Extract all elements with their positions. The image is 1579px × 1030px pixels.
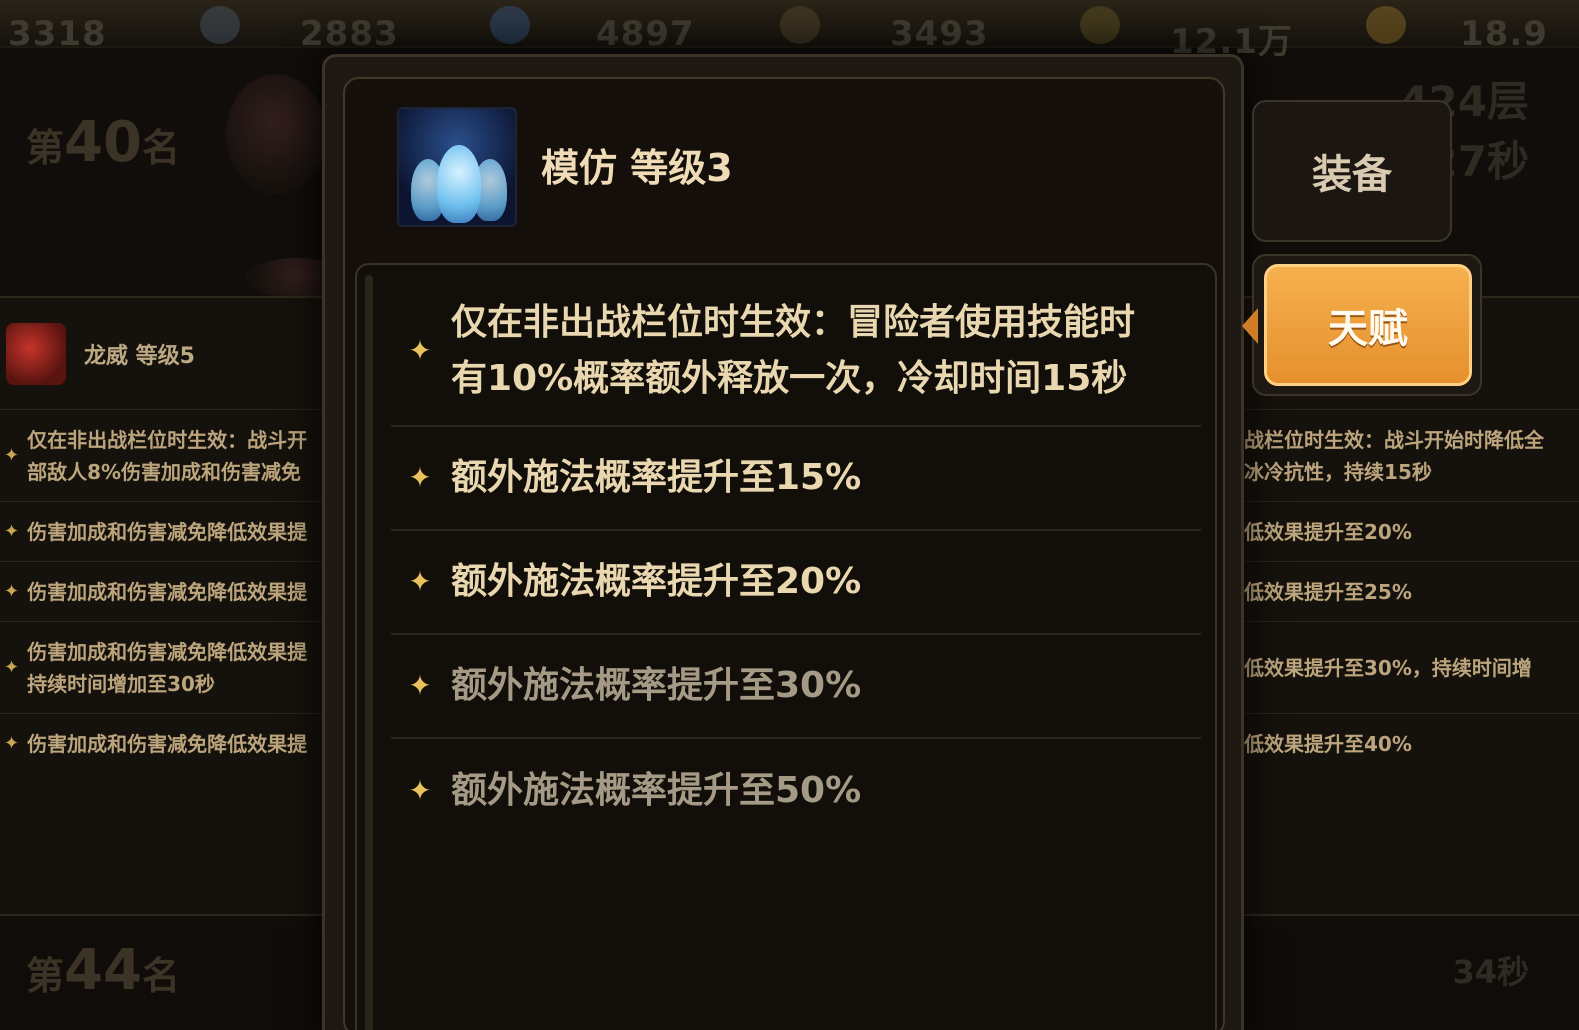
list-item: ✦ 伤害加成和伤害减免降低效果提 持续时间增加至30秒 <box>0 622 340 714</box>
resource-value: 3318 <box>8 14 107 54</box>
star-icon: ✦ <box>408 774 432 807</box>
resource-value: 2883 <box>300 14 399 54</box>
skill-title: 模仿 等级3 <box>541 146 733 190</box>
resource-value: 18.9 <box>1460 14 1548 54</box>
list-item: 降低效果提升至20% <box>1220 502 1579 562</box>
tab-equipment[interactable]: 装备 <box>1252 100 1452 242</box>
star-icon: ✦ <box>4 580 20 602</box>
entry-line: 额外施法概率提升至15% <box>451 457 862 498</box>
tab-pointer-icon <box>1242 308 1258 344</box>
dragon-icon <box>6 322 66 385</box>
skill-detail-modal: 模仿 等级3 ✦ 仅在非出战栏位时生效：冒险者使用技能时 有10%概率额外释放一… <box>322 54 1244 1030</box>
leaf-icon <box>1080 6 1120 44</box>
scroll-icon <box>780 6 820 44</box>
left-skill-name: 龙威 等级5 <box>84 343 195 369</box>
entry-line: 额外施法概率提升至30% <box>451 665 862 706</box>
entry-line: 有10%概率额外释放一次，冷却时间15秒 <box>451 358 1128 399</box>
list-item: ✦ 额外施法概率提升至50% <box>391 739 1201 843</box>
list-item: ✦ 额外施法概率提升至20% <box>391 531 1201 635</box>
mimic-spirits-icon <box>397 107 517 227</box>
list-item: ✦ 伤害加成和伤害减免降低效果提 <box>0 502 340 562</box>
avatar <box>226 74 326 194</box>
list-item: 降低效果提升至40% <box>1224 732 1412 756</box>
resource-value: 4897 <box>596 14 695 54</box>
star-icon: ✦ <box>408 669 432 702</box>
list-item: ✦ 额外施法概率提升至30% <box>391 635 1201 739</box>
coin-icon <box>1366 6 1406 44</box>
list-item: ✦ 仅在非出战栏位时生效：战斗开 部敌人8%伤害加成和伤害减免 <box>0 410 340 502</box>
time-label: 34秒 <box>1452 953 1529 991</box>
list-item: ✦ 仅在非出战栏位时生效：冒险者使用技能时 有10%概率额外释放一次，冷却时间1… <box>391 277 1201 427</box>
star-icon: ✦ <box>4 520 20 542</box>
list-item: ✦ 伤害加成和伤害减免降低效果提 <box>0 714 340 774</box>
list-item: ✦ 伤害加成和伤害减免降低效果提 <box>0 562 340 622</box>
rank-label: 第44名 <box>26 938 180 1003</box>
star-icon: ✦ <box>4 656 20 678</box>
left-skill-header: 龙威 等级5 <box>0 298 340 410</box>
list-item: 降低效果提升至30%，持续时间增 <box>1220 622 1579 714</box>
star-icon: ✦ <box>408 565 432 598</box>
entry-line: 额外施法概率提升至50% <box>451 770 862 811</box>
tab-talent[interactable]: 天赋 <box>1264 264 1472 386</box>
list-item: 出战栏位时生效：战斗开始时降低全 %冰冷抗性，持续15秒 <box>1220 410 1579 502</box>
list-item: ✦ 额外施法概率提升至15% <box>391 427 1201 531</box>
entry-line: 仅在非出战栏位时生效：冒险者使用技能时 <box>451 302 1136 343</box>
crystal-icon <box>200 6 240 44</box>
star-icon: ✦ <box>4 444 20 466</box>
left-skill-panel: 龙威 等级5 ✦ 仅在非出战栏位时生效：战斗开 部敌人8%伤害加成和伤害减免 ✦ 伤… <box>0 296 340 916</box>
star-icon: ✦ <box>4 733 20 754</box>
list-item: 降低效果提升至25% <box>1220 562 1579 622</box>
star-icon: ✦ <box>408 461 432 494</box>
rank-label: 第40名 <box>26 110 180 175</box>
star-icon: ✦ <box>408 334 432 367</box>
gem-icon <box>490 6 530 44</box>
upgrade-list[interactable]: ✦ 仅在非出战栏位时生效：冒险者使用技能时 有10%概率额外释放一次，冷却时间1… <box>355 263 1217 1030</box>
resource-value: 3493 <box>890 14 989 54</box>
scrollbar[interactable] <box>365 275 373 1030</box>
skill-detail-inner: 模仿 等级3 ✦ 仅在非出战栏位时生效：冒险者使用技能时 有10%概率额外释放一… <box>343 77 1225 1030</box>
resource-bar: 3318 2883 4897 3493 12.1万 18.9 <box>0 0 1579 62</box>
entry-line: 额外施法概率提升至20% <box>451 561 862 602</box>
